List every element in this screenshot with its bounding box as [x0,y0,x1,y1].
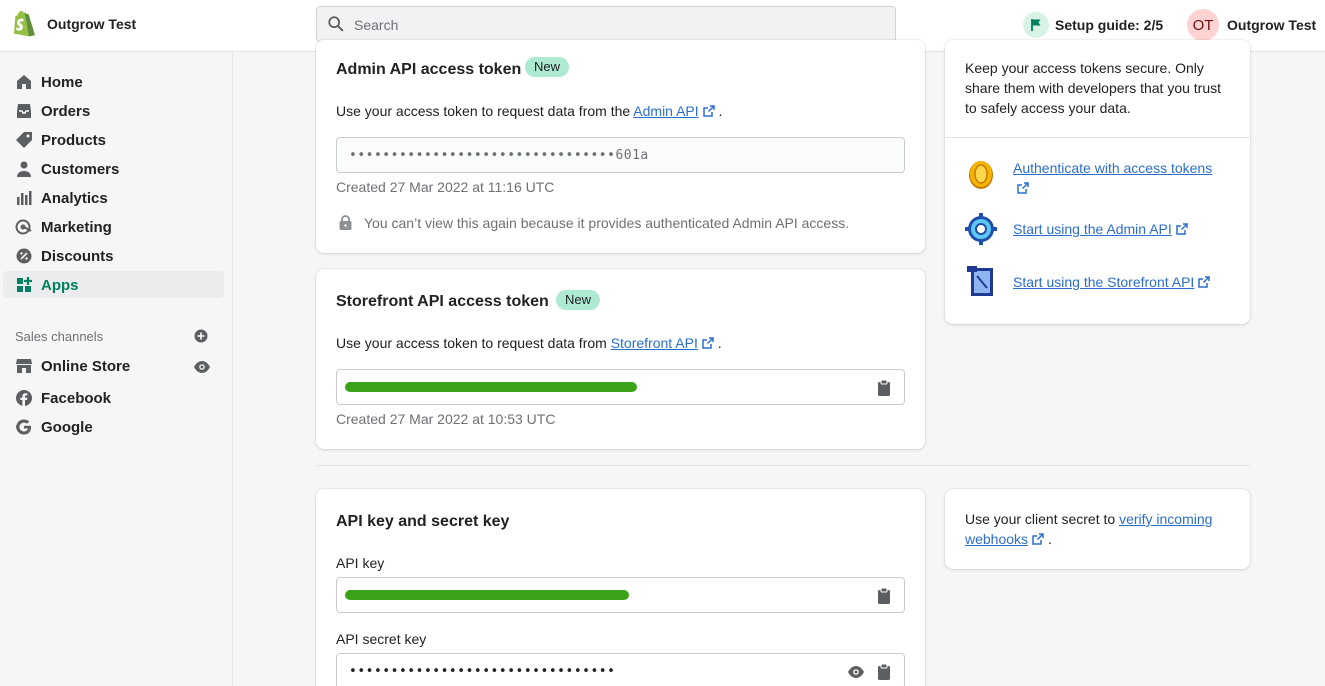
redacted-api-key [345,590,629,600]
add-channel-icon[interactable] [194,329,208,343]
sidebar-item-label: Marketing [41,219,112,236]
sidebar-item-label: Discounts [41,248,114,265]
lock-icon [339,215,352,230]
sidebar-item-customers[interactable]: Customers [3,155,224,182]
setup-guide-button[interactable]: Setup guide: 2/5 [1023,12,1163,38]
sidebar-item-apps[interactable]: Apps [3,271,224,298]
new-badge: New [556,290,601,310]
api-secret-value: •••••••••••••••••••••••••••••••• [349,664,616,679]
flag-icon [1023,12,1049,38]
store-name[interactable]: Outgrow Test [47,16,136,32]
gear-icon [965,213,997,245]
apps-icon [17,277,32,292]
storefront-token-card: Storefront API access token New Use your… [316,269,925,449]
sidebar-item-online-store[interactable]: Online Store [3,352,224,379]
storefront-token-created: Created 27 Mar 2022 at 10:53 UTC [336,411,556,427]
sidebar-item-marketing[interactable]: Marketing [3,213,224,240]
admin-token-card: Admin API access token New Use your acce… [316,40,925,253]
sidebar-item-label: Customers [41,161,120,178]
admin-token-created: Created 27 Mar 2022 at 11:16 UTC [336,179,555,195]
sales-channels-heading: Sales channels [15,329,104,344]
storefront-token-description: Use your access token to request data fr… [336,335,722,351]
sidebar-item-products[interactable]: Products [3,126,224,153]
sidebar-item-label: Facebook [41,390,112,407]
avatar: OT [1187,9,1219,41]
redacted-token [345,382,637,392]
resource-item: Start using the Admin API [965,213,1188,245]
sidebar-item-label: Analytics [41,190,108,207]
home-icon [17,75,31,89]
admin-token-description: Use your access token to request data fr… [336,103,723,119]
external-link-icon [1032,533,1044,545]
target-icon [15,219,32,235]
sidebar-item-label: Online Store [41,358,131,375]
store-icon [16,359,32,373]
webhook-text: Use your client secret to verify incomin… [965,511,1213,547]
sidebar: Home Orders Products Customers Analytics… [0,52,233,686]
clipboard-icon[interactable] [876,379,892,397]
resource-item: Authenticate with access tokens [965,158,1213,198]
sidebar-item-facebook[interactable]: Facebook [3,384,224,411]
api-keys-card: API key and secret key API key API secre… [316,489,925,686]
user-name: Outgrow Test [1227,17,1317,33]
api-key-label: API key [336,555,385,571]
coin-icon [969,161,993,189]
admin-token-value: ••••••••••••••••••••••••••••••••601a [349,148,649,163]
sidebar-item-orders[interactable]: Orders [3,97,224,124]
external-link-icon [1198,276,1211,288]
api-keys-title: API key and secret key [336,513,510,530]
eye-icon[interactable] [847,665,865,679]
admin-token-title: Admin API access token [336,61,522,78]
setup-guide-label: Setup guide: 2/5 [1055,17,1164,33]
security-text: Keep your access tokens secure. Only sha… [965,60,1222,116]
resource-item: Start using the Storefront API [965,266,1211,298]
external-link-icon [1017,182,1029,194]
section-divider [316,465,1250,466]
admin-api-link[interactable]: Admin API [633,103,698,119]
google-icon [16,419,31,435]
webhook-card: Use your client secret to verify incomin… [945,489,1250,569]
sidebar-item-label: Google [41,419,93,436]
storefront-token-field[interactable] [336,369,905,405]
clipboard-icon[interactable] [876,663,892,681]
external-link-icon [702,337,714,349]
admin-token-warning: You can’t view this again because it pro… [364,215,850,231]
user-menu[interactable]: OT Outgrow Test [1187,9,1316,41]
storefront-api-guide-link[interactable]: Start using the Storefront API [1013,274,1194,290]
new-badge: New [525,57,570,77]
sidebar-item-label: Products [41,132,107,149]
api-secret-field[interactable]: •••••••••••••••••••••••••••••••• [336,653,905,686]
shopify-logo-icon[interactable] [12,11,36,37]
clipboard-icon[interactable] [876,587,892,605]
sidebar-item-label: Orders [41,103,91,120]
storefront-api-link[interactable]: Storefront API [611,335,698,351]
search-input[interactable]: Search [316,6,896,42]
external-link-icon [1176,223,1188,235]
sidebar-item-home[interactable]: Home [3,68,224,95]
security-card: Keep your access tokens secure. Only sha… [945,40,1250,324]
eye-icon[interactable] [193,360,211,374]
divider [945,137,1250,138]
admin-token-field[interactable]: ••••••••••••••••••••••••••••••••601a [336,137,905,173]
bar-chart-icon [17,191,32,205]
tag-icon [16,132,32,148]
external-link-icon [702,105,715,117]
sidebar-item-label: Apps [41,277,79,294]
search-placeholder: Search [354,17,399,33]
person-icon [17,161,31,177]
api-secret-label: API secret key [336,631,427,647]
discount-icon [16,248,32,264]
sidebar-item-google[interactable]: Google [3,413,224,440]
facebook-icon [16,390,32,406]
storefront-token-title: Storefront API access token [336,293,549,310]
sidebar-item-analytics[interactable]: Analytics [3,184,224,211]
sidebar-item-discounts[interactable]: Discounts [3,242,224,269]
authenticate-link[interactable]: Authenticate with access tokens [1013,160,1212,176]
api-key-field[interactable] [336,577,905,613]
search-icon [328,16,344,32]
orders-icon [17,104,31,118]
sidebar-item-label: Home [41,74,83,91]
admin-api-guide-link[interactable]: Start using the Admin API [1013,221,1172,237]
document-icon [967,266,993,296]
